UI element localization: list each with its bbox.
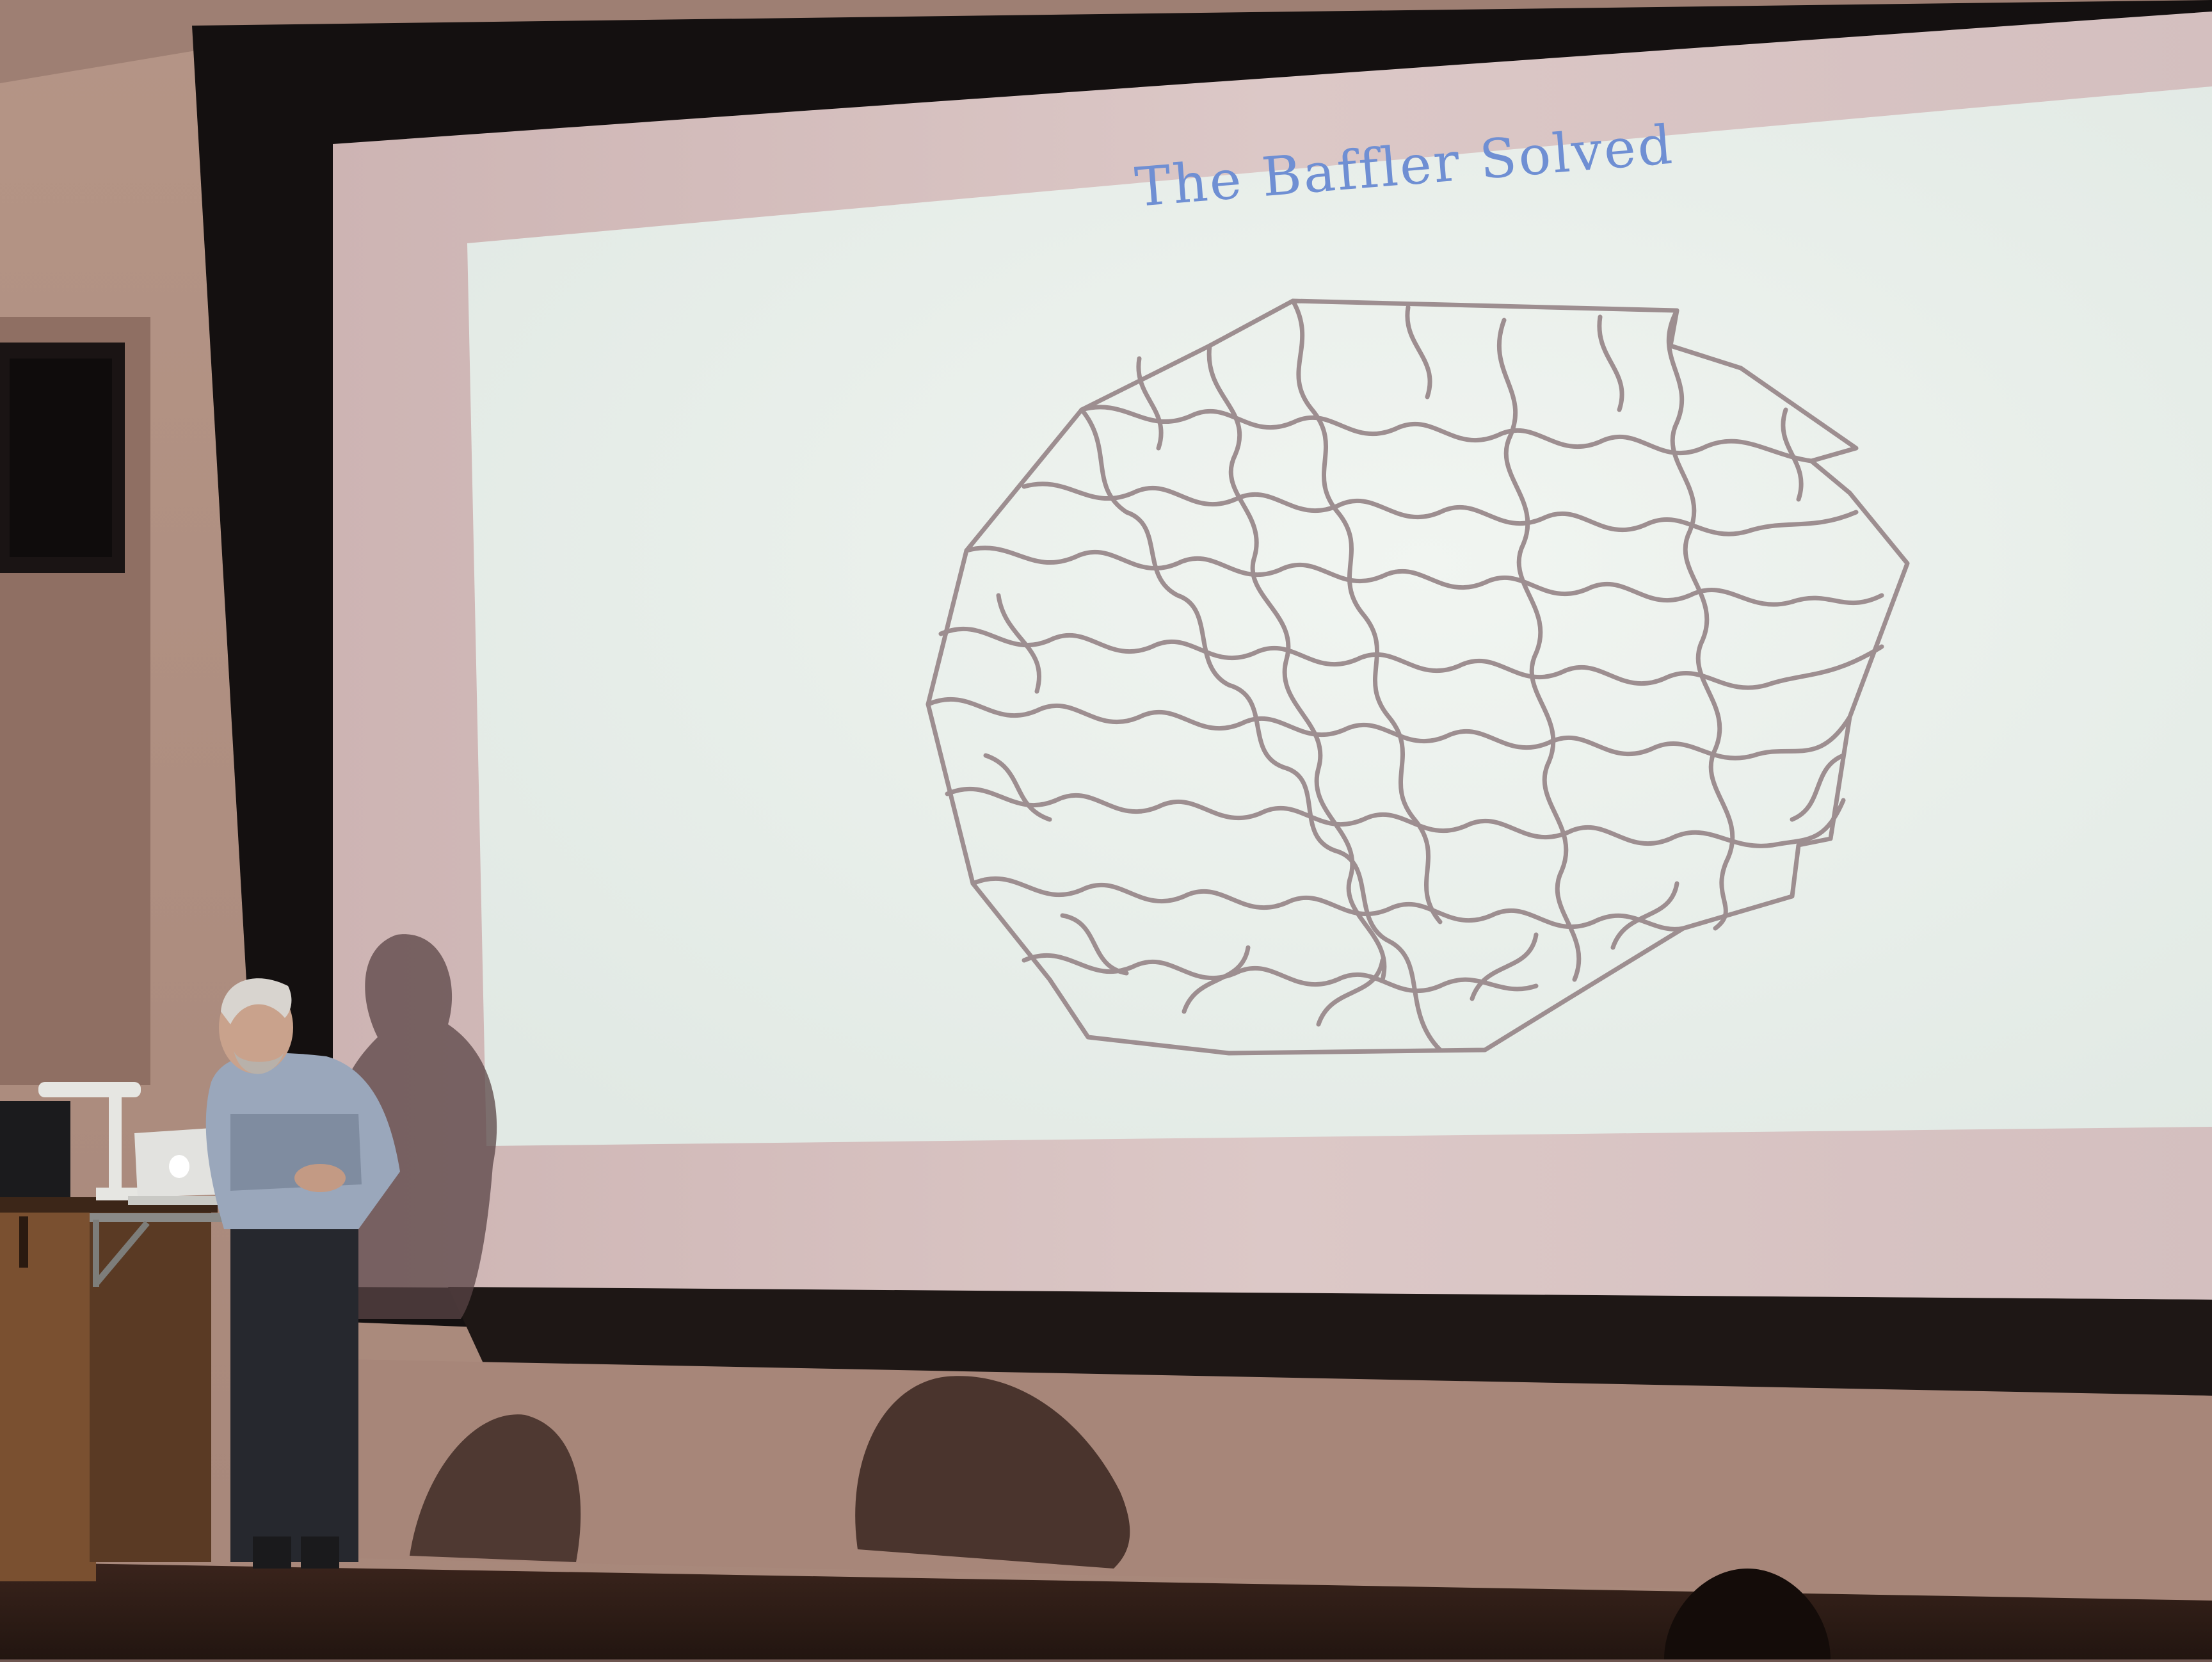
scene-illustration	[0, 0, 2212, 1659]
shelf-bracket	[90, 1213, 237, 1222]
lectern	[0, 1197, 218, 1581]
projected-slide	[467, 86, 2212, 1146]
lectern-monitor	[0, 1101, 70, 1197]
lecture-scene: The Baffler Solved	[0, 0, 2212, 1659]
